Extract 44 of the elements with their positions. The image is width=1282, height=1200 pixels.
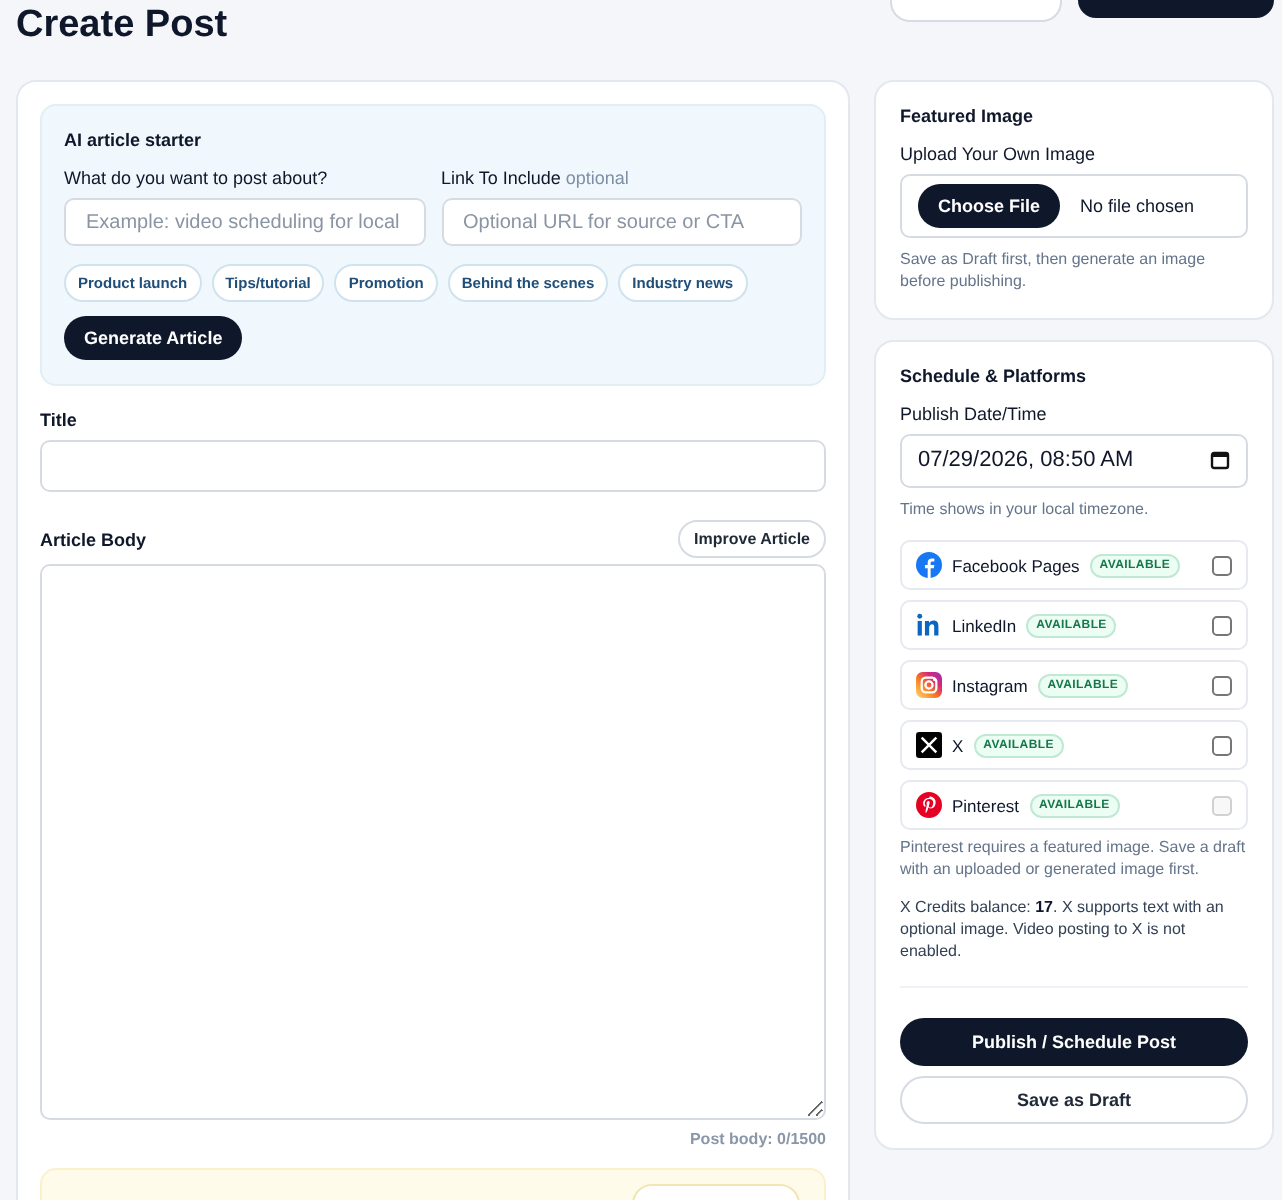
help-text: Save as Draft first, then generate an image before publishing. — [900, 250, 1208, 294]
camera-icon — [916, 672, 942, 699]
platform-checkbox[interactable] — [1212, 615, 1232, 636]
x-logo-icon — [916, 732, 942, 759]
field-label: Link To Include optional — [441, 168, 631, 188]
character-counter: Post body: 0/1500 — [687, 1130, 826, 1148]
article-body-field[interactable] — [40, 564, 826, 1120]
field-label: Upload Your Own Image — [900, 144, 1098, 164]
platform-name: Pinterest — [952, 795, 1020, 816]
field-label: Publish Date/Time — [900, 403, 1049, 424]
choose-file-button[interactable]: Choose File — [918, 184, 1061, 228]
header-primary-button[interactable] — [1078, 0, 1274, 18]
field-label: What do you want to post about? — [64, 168, 330, 188]
credits-note: X Credits balance: 17. X supports text with an optional image. Video posting to X is not enabled. — [900, 897, 1248, 989]
facebook-icon — [916, 552, 942, 579]
section-heading: Featured Image — [900, 106, 1036, 126]
file-status: No file chosen — [1080, 196, 1195, 216]
improve-article-button[interactable]: Improve Article — [678, 520, 826, 558]
topic-input-field[interactable]: Example: video scheduling for local — [64, 198, 425, 246]
field-label: Article Body — [40, 529, 147, 549]
section-heading: AI article starter — [64, 130, 204, 150]
page-title: Create Post — [16, 4, 230, 48]
date-time-value: 07/29/2026, 08:50 AM — [918, 448, 1134, 473]
platform-checkbox[interactable] — [1212, 555, 1232, 576]
linkedin-icon — [916, 612, 942, 639]
date-time-field[interactable]: 07/29/2026, 08:50 AM — [900, 433, 1248, 488]
platform-name: Instagram — [952, 675, 1028, 696]
field-label: Title — [40, 410, 79, 430]
generate-article-button[interactable]: Generate Article — [64, 316, 243, 360]
publish-button[interactable]: Publish / Schedule Post — [900, 1018, 1248, 1067]
platform-checkbox[interactable] — [1212, 675, 1232, 696]
platform-name: LinkedIn — [952, 615, 1017, 636]
pin-icon — [916, 792, 942, 819]
platform-name: X — [952, 735, 964, 756]
link-input-field[interactable]: Optional URL for source or CTA — [441, 198, 802, 246]
help-text: Pinterest requires a featured image. Save a draft with an uploaded or generated image first. — [900, 838, 1248, 882]
calendar-icon[interactable] — [1210, 450, 1230, 471]
title-input-field[interactable] — [40, 440, 826, 492]
save-draft-button[interactable]: Save as Draft — [900, 1076, 1248, 1125]
file-input-field[interactable]: Choose File No file chosen — [900, 174, 1248, 238]
platform-checkbox[interactable] — [1212, 735, 1232, 756]
section-heading: Schedule & Platforms — [900, 365, 1089, 386]
help-text: Time shows in your local timezone. — [900, 499, 1151, 521]
platform-name: Facebook Pages — [952, 555, 1080, 576]
